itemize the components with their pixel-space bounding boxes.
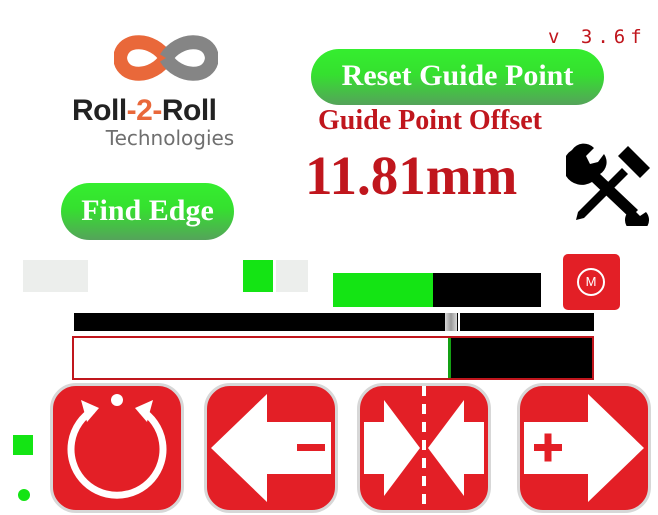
sensor-indicator-4	[276, 260, 308, 292]
auto-mode-button[interactable]	[50, 383, 184, 513]
level-bar	[333, 273, 541, 307]
right-arrow-plus-icon	[524, 394, 644, 502]
logo-text-roll: Roll	[72, 94, 127, 127]
sensor-indicator-3	[243, 260, 273, 292]
position-slider[interactable]	[74, 313, 594, 331]
reset-guide-point-button[interactable]: Reset Guide Point	[311, 49, 604, 105]
wrench-screwdriver-icon[interactable]	[563, 142, 654, 232]
motor-icon: M	[577, 268, 605, 296]
logo-text-2: 2	[136, 94, 153, 127]
logo-dash: -	[152, 94, 162, 127]
edge-position-bar	[72, 336, 594, 380]
logo-icon	[112, 28, 220, 88]
motor-button[interactable]: M	[563, 254, 620, 310]
move-right-button[interactable]	[517, 383, 651, 513]
version-label: v 3.6f	[548, 26, 647, 48]
logo-text-roll: Roll	[161, 94, 217, 127]
slider-gap	[458, 313, 460, 331]
guide-point-offset-label: Guide Point Offset	[318, 105, 542, 136]
circular-arrows-icon	[67, 394, 167, 499]
move-left-button[interactable]	[204, 383, 338, 513]
status-indicator-dot	[18, 489, 30, 501]
edge-marker	[448, 338, 451, 378]
find-edge-button[interactable]: Find Edge	[61, 183, 234, 240]
logo-subtitle: Technologies	[105, 126, 235, 150]
slider-thumb[interactable]	[445, 313, 457, 331]
sensor-indicator-1	[23, 260, 58, 292]
center-arrows-icon	[364, 386, 484, 510]
status-indicator-square	[13, 435, 33, 455]
edge-bar-dark-region	[450, 338, 592, 378]
level-bar-fill	[333, 273, 433, 307]
sensor-indicator-2	[57, 260, 88, 292]
logo-wordmark: Roll-2-Roll	[72, 94, 262, 128]
left-arrow-minus-icon	[211, 394, 331, 502]
guide-point-offset-value: 11.81mm	[305, 145, 518, 206]
center-button[interactable]	[357, 383, 491, 513]
logo-dash: -	[126, 94, 137, 127]
